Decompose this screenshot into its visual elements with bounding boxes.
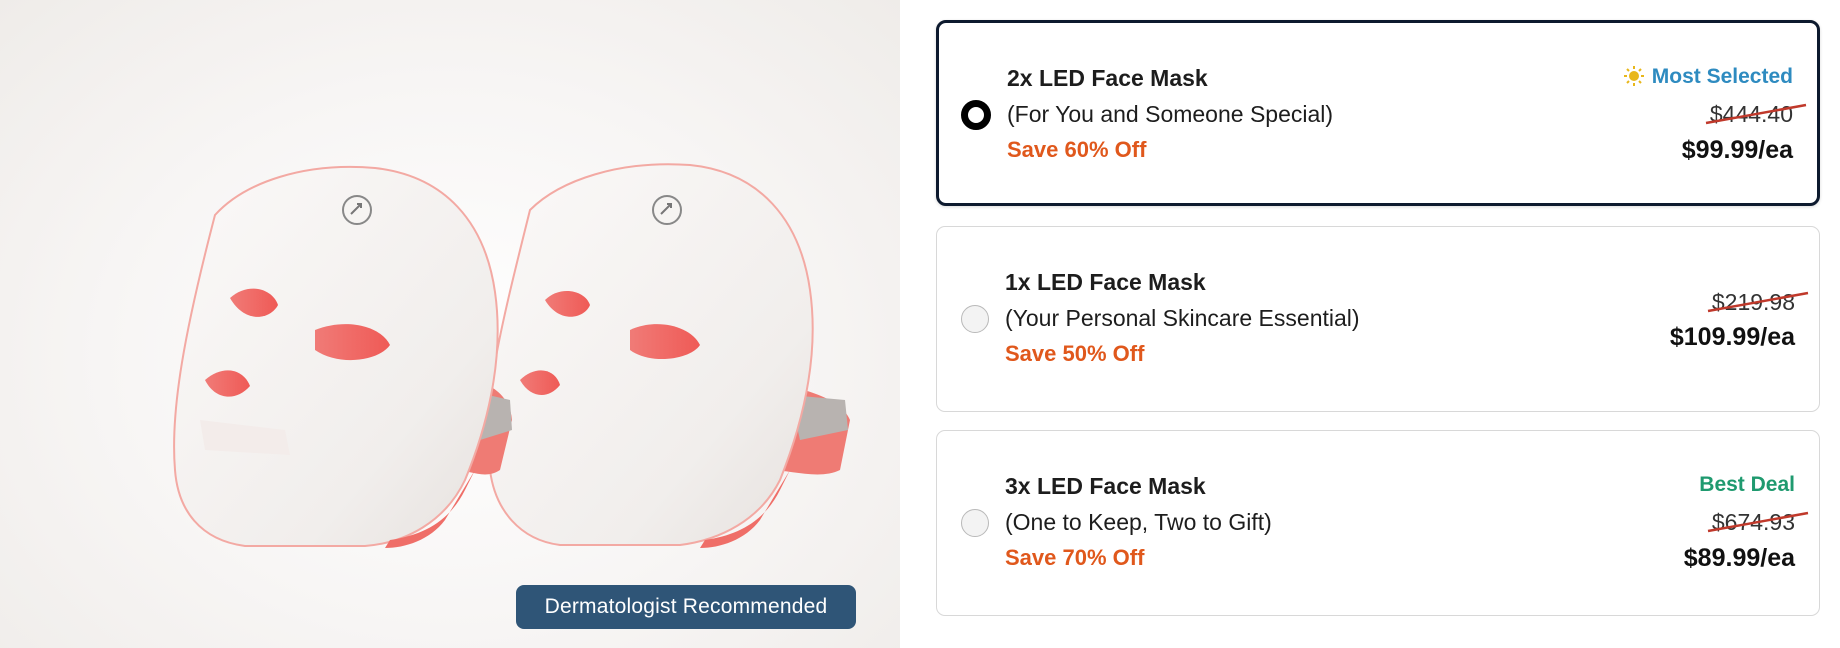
option-title: 1x LED Face Mask <box>1005 269 1206 295</box>
original-price: $219.98 <box>1707 289 1809 316</box>
option-save-label: Save 60% Off <box>1007 137 1147 162</box>
option-subtitle: (One to Keep, Two to Gift) <box>1005 509 1272 535</box>
radio-button[interactable] <box>961 509 989 537</box>
sale-price: $99.99/ea <box>1681 136 1793 164</box>
radio-button-selected[interactable] <box>961 100 991 130</box>
option-1x-led-face-mask[interactable]: 1x LED Face Mask (Your Personal Skincare… <box>936 226 1820 412</box>
most-selected-tag: Most Selected <box>1623 65 1793 92</box>
original-price: $444.40 <box>1705 101 1807 128</box>
option-subtitle: (For You and Someone Special) <box>1007 101 1334 127</box>
option-save-label: Save 70% Off <box>1005 545 1145 570</box>
best-deal-tag: Best Deal <box>1699 473 1795 496</box>
product-image-panel: Dermatologist Recommended <box>0 0 900 648</box>
option-3x-led-face-mask[interactable]: 3x LED Face Mask (One to Keep, Two to Gi… <box>936 430 1820 616</box>
original-price: $674.93 <box>1707 509 1809 536</box>
option-title: 3x LED Face Mask <box>1005 473 1206 499</box>
radio-button[interactable] <box>961 305 989 333</box>
dermatologist-recommended-badge: Dermatologist Recommended <box>516 585 856 629</box>
most-selected-label: Most Selected <box>1651 65 1793 88</box>
option-subtitle: (Your Personal Skincare Essential) <box>1005 305 1360 331</box>
led-face-mask-image <box>173 163 850 548</box>
sun-icon <box>1623 66 1644 92</box>
option-title: 2x LED Face Mask <box>1007 65 1208 91</box>
sale-price: $89.99/ea <box>1683 544 1795 572</box>
option-2x-led-face-mask[interactable]: 2x LED Face Mask (For You and Someone Sp… <box>936 20 1820 206</box>
option-save-label: Save 50% Off <box>1005 341 1145 366</box>
sale-price: $109.99/ea <box>1669 323 1795 351</box>
